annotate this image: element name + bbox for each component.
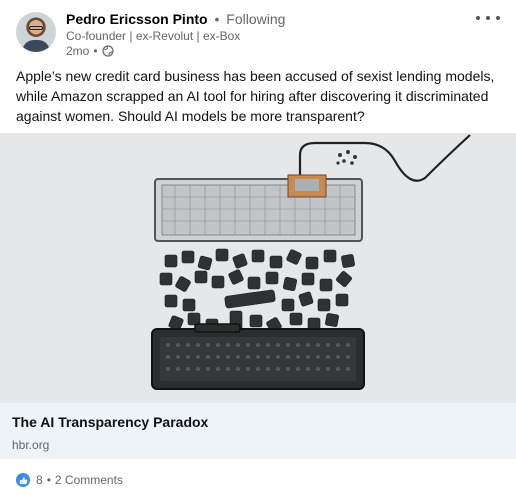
post-time[interactable]: 2mo	[66, 44, 89, 58]
author-line: Pedro Ericsson Pinto • Following	[66, 11, 285, 27]
social-counts: 8 • 2 Comments	[16, 473, 123, 487]
separator-dot: •	[93, 44, 98, 58]
separator-dot: •	[46, 473, 51, 487]
keyboard-illustration	[0, 133, 516, 403]
comment-count[interactable]: 2 Comments	[55, 473, 123, 487]
link-preview-card[interactable]: The AI Transparency Paradox hbr.org	[0, 403, 516, 459]
reaction-count[interactable]: 8	[36, 473, 43, 487]
separator-dot: •	[214, 11, 220, 27]
globe-icon	[101, 45, 114, 57]
avatar-shirt	[22, 40, 50, 52]
more-horizontal-icon	[486, 16, 490, 20]
more-options-button[interactable]	[476, 10, 500, 26]
author-name[interactable]: Pedro Ericsson Pinto	[66, 11, 208, 27]
more-horizontal-icon	[496, 16, 500, 20]
avatar[interactable]	[16, 12, 56, 52]
post-meta: 2mo •	[66, 44, 114, 58]
feed-post: Pedro Ericsson Pinto • Following Co-foun…	[0, 0, 516, 495]
link-domain: hbr.org	[12, 438, 50, 452]
avatar-glasses	[29, 26, 43, 30]
link-title[interactable]: The AI Transparency Paradox	[12, 414, 208, 430]
follow-status[interactable]: Following	[226, 11, 285, 27]
more-horizontal-icon	[476, 16, 480, 20]
like-icon	[16, 473, 30, 487]
post-image[interactable]	[0, 133, 516, 403]
post-text: Apple’s new credit card business has bee…	[16, 68, 495, 124]
author-headline: Co-founder | ex-Revolut | ex-Box	[66, 29, 241, 43]
